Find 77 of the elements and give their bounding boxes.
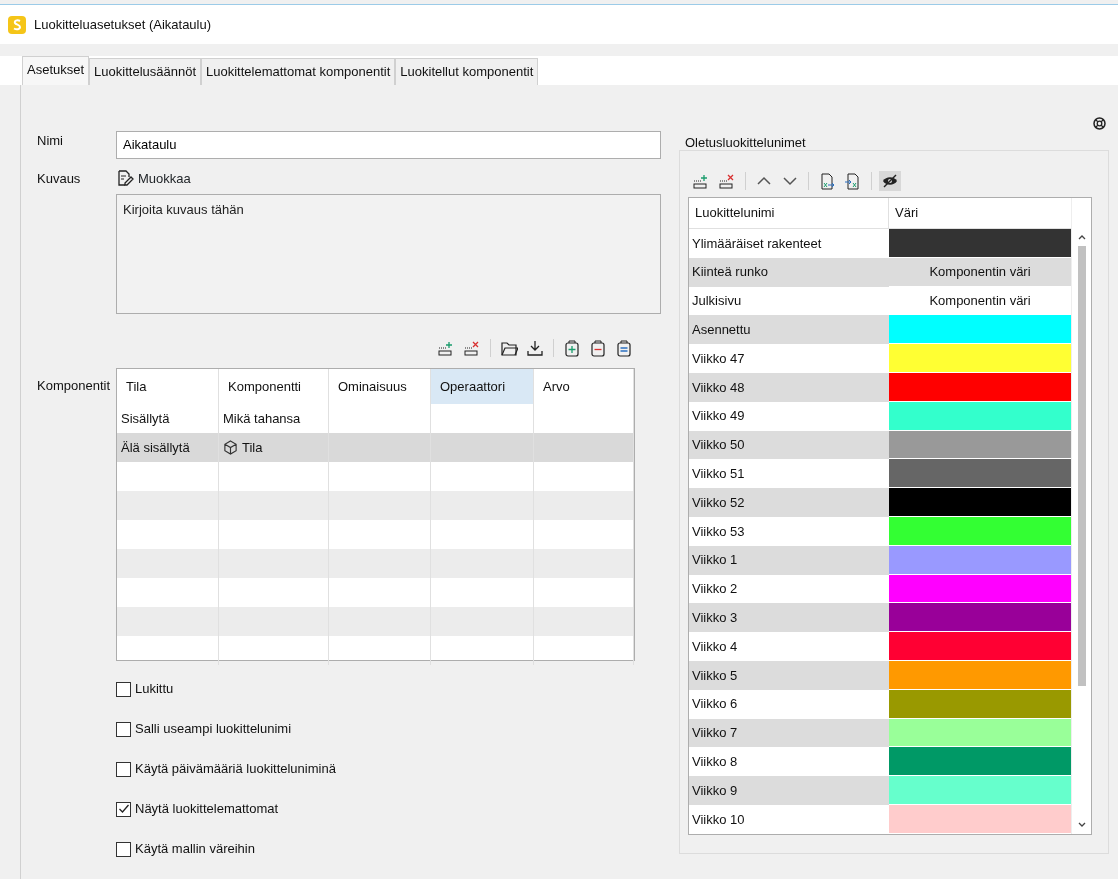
- table-cell-text: Älä sisällytä: [121, 438, 190, 457]
- table-cell-text: Viikko 51: [691, 465, 746, 483]
- color-swatch[interactable]: [889, 373, 1071, 402]
- app-logo-icon: [8, 15, 26, 34]
- table-row[interactable]: Älä sisällytä Tila: [117, 433, 634, 462]
- color-swatch[interactable]: [889, 315, 1071, 345]
- color-swatch[interactable]: [889, 660, 1071, 690]
- group-title: Oletusluokittelunimet: [685, 134, 806, 150]
- column-header[interactable]: Arvo: [534, 369, 634, 404]
- color-swatch[interactable]: [889, 603, 1071, 633]
- table-cell-text: Viikko 2: [691, 580, 739, 599]
- table-cell-text: Tila: [242, 438, 263, 457]
- color-swatch[interactable]: [889, 574, 1071, 604]
- color-swatch[interactable]: [889, 459, 1071, 489]
- table-cell: Asennettu: [689, 315, 889, 345]
- color-swatch[interactable]: [889, 689, 1071, 719]
- table-cell: Viikko 52: [689, 488, 889, 517]
- table-cell-text: Sisällytä: [121, 409, 170, 428]
- edit-icon: [116, 169, 134, 188]
- help-icon[interactable]: [1093, 116, 1106, 130]
- checkbox[interactable]: Käytä mallin väreihin: [116, 829, 255, 869]
- tab[interactable]: Luokittelemattomat komponentit: [201, 58, 396, 85]
- color-swatch[interactable]: [889, 632, 1071, 661]
- field-label: Komponentit: [36, 377, 111, 395]
- color-swatch[interactable]: [889, 430, 1071, 460]
- table-cell-text: Ylimääräiset rakenteet: [691, 234, 823, 253]
- table-cell-text: Viikko 10: [691, 810, 746, 829]
- field-label: Nimi: [36, 131, 64, 150]
- color-swatch[interactable]: [889, 776, 1071, 805]
- column-header[interactable]: Tila: [117, 369, 219, 404]
- download-icon[interactable]: [524, 338, 546, 358]
- table-cell: Viikko 3: [689, 603, 889, 633]
- checkbox[interactable]: Käytä päivämääriä luokitteluniminä: [116, 749, 336, 789]
- color-swatch[interactable]: [889, 516, 1071, 546]
- table-cell-text: Julkisivu: [691, 292, 743, 311]
- column-header[interactable]: Luokittelunimi: [689, 198, 889, 228]
- table-cell: Kiinteä runko: [689, 257, 889, 287]
- table-cell-text: Viikko 4: [691, 637, 739, 656]
- window-title: Luokitteluasetukset (Aikataulu): [34, 15, 212, 34]
- check-icon: [117, 803, 130, 815]
- table-cell-text: Viikko 53: [691, 522, 746, 541]
- scroll-up-icon[interactable]: [1077, 234, 1086, 240]
- color-swatch[interactable]: [889, 804, 1071, 834]
- description-field[interactable]: Kirjoita kuvaus tähän: [116, 194, 661, 314]
- column-header[interactable]: Operaattori: [431, 369, 534, 404]
- table-cell: Viikko 1: [689, 545, 889, 575]
- checkbox[interactable]: Salli useampi luokittelunimi: [116, 709, 292, 749]
- table-cell: Viikko 7: [689, 718, 889, 748]
- color-swatch[interactable]: [889, 229, 1071, 258]
- table-cell: Komponentin väri: [889, 257, 1071, 287]
- column-header[interactable]: Komponentti: [219, 369, 329, 404]
- color-swatch[interactable]: [889, 545, 1071, 575]
- checkbox[interactable]: Lukittu: [116, 669, 174, 709]
- color-swatch[interactable]: [889, 747, 1071, 777]
- column-header[interactable]: Väri: [889, 198, 1071, 228]
- table-cell: Viikko 5: [689, 660, 889, 690]
- table-cell-text: Viikko 49: [691, 407, 746, 426]
- field-label: Kuvaus: [36, 169, 82, 188]
- checkbox[interactable]: Näytä luokittelemattomat: [116, 789, 279, 829]
- name-field[interactable]: Aikataulu: [116, 130, 661, 159]
- edit-link[interactable]: Muokkaa: [116, 168, 191, 188]
- color-swatch[interactable]: [889, 344, 1071, 373]
- tab[interactable]: Luokittelusäännöt: [89, 58, 201, 85]
- table-cell: Viikko 9: [689, 776, 889, 805]
- table-cell-text: Viikko 8: [691, 753, 739, 771]
- color-swatch[interactable]: [889, 488, 1071, 517]
- hide-icon[interactable]: [879, 171, 901, 191]
- tab[interactable]: Luokitellut komponentit: [395, 58, 539, 85]
- scroll-down-icon[interactable]: [1077, 821, 1086, 828]
- table-cell: Viikko 48: [689, 373, 889, 402]
- tab[interactable]: Asetukset: [22, 56, 90, 85]
- table-cell-text: Viikko 47: [691, 349, 746, 368]
- table-cell-text: Viikko 6: [691, 695, 739, 714]
- table-cell-text: Mikä tahansa: [223, 409, 301, 428]
- color-swatch[interactable]: [889, 401, 1071, 431]
- table-cell: Viikko 50: [689, 430, 889, 460]
- color-swatch[interactable]: [889, 718, 1071, 748]
